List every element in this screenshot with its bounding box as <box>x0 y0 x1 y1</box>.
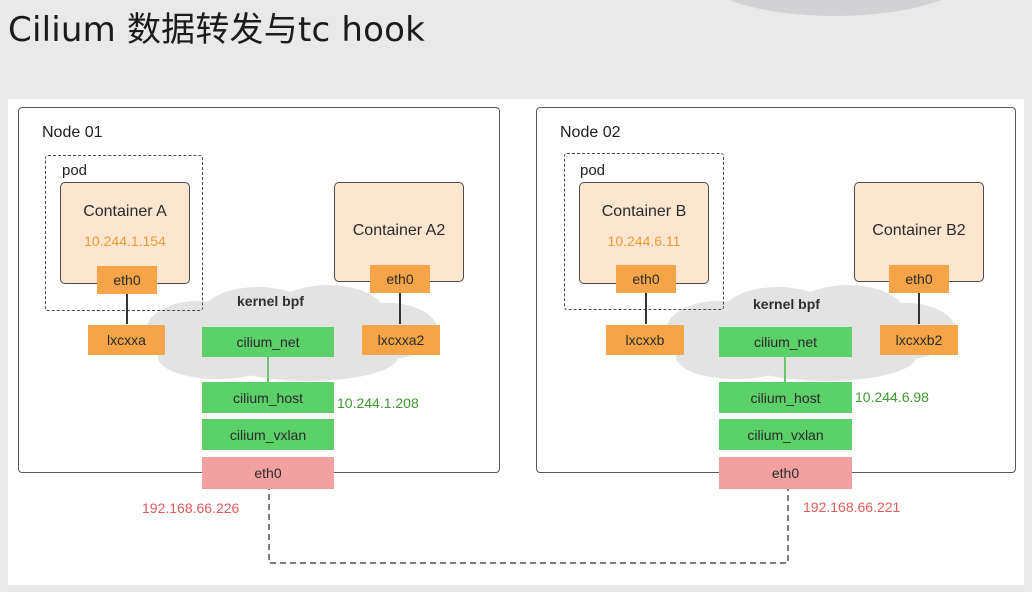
kernel-bpf-label-node02: kernel bpf <box>753 296 820 312</box>
container-a2-eth0[interactable]: eth0 <box>370 265 430 293</box>
decorative-swoosh <box>728 0 942 16</box>
link-b2-eth0-lxcxxb2 <box>918 293 920 324</box>
cilium-host-node01[interactable]: cilium_host <box>202 382 334 413</box>
cilium-host-ip-node01: 10.244.1.208 <box>337 395 419 411</box>
lxcxxa2-iface[interactable]: lxcxxa2 <box>362 325 440 355</box>
container-a2-name: Container A2 <box>352 222 446 239</box>
diagram-canvas: Node 01 Node 02 pod Container A 10.244.1… <box>8 99 1024 585</box>
container-a-name: Container A <box>83 203 167 220</box>
host-ip-node01: 192.168.66.226 <box>142 500 240 516</box>
cilium-host-node02[interactable]: cilium_host <box>719 382 852 413</box>
link-a-eth0-lxcxxa <box>126 294 128 324</box>
cilium-vxlan-node02[interactable]: cilium_vxlan <box>719 419 852 450</box>
link-cilium-net-host-node01 <box>267 357 269 382</box>
lxcxxb2-iface[interactable]: lxcxxb2 <box>880 325 958 355</box>
pod-label-node02: pod <box>580 162 606 179</box>
lxcxxb-iface[interactable]: lxcxxb <box>606 325 684 355</box>
lxcxxa-iface[interactable]: lxcxxa <box>88 325 165 355</box>
underlay-link <box>268 484 789 564</box>
slide-title: Cilium 数据转发与tc hook <box>8 10 426 50</box>
container-b-name: Container B <box>601 203 687 220</box>
cilium-host-ip-node02: 10.244.6.98 <box>855 389 929 405</box>
container-a-ip: 10.244.1.154 <box>84 233 166 249</box>
link-b-eth0-lxcxxb <box>645 293 647 324</box>
cilium-vxlan-node01[interactable]: cilium_vxlan <box>202 419 334 450</box>
host-eth0-node01[interactable]: eth0 <box>202 457 334 489</box>
container-b2-name: Container B2 <box>872 222 966 239</box>
link-a2-eth0-lxcxxa2 <box>399 293 401 324</box>
cilium-net-node02[interactable]: cilium_net <box>719 327 852 357</box>
container-b-ip: 10.244.6.11 <box>607 233 681 249</box>
host-ip-node02: 192.168.66.221 <box>803 499 901 515</box>
link-cilium-net-host-node02 <box>784 357 786 382</box>
container-a-eth0[interactable]: eth0 <box>97 266 157 294</box>
cilium-net-node01[interactable]: cilium_net <box>202 327 334 357</box>
pod-label-node01: pod <box>62 162 88 179</box>
container-b-eth0[interactable]: eth0 <box>616 265 676 293</box>
host-eth0-node02[interactable]: eth0 <box>719 457 852 489</box>
kernel-bpf-label-node01: kernel bpf <box>237 293 304 309</box>
container-b2-eth0[interactable]: eth0 <box>889 265 949 293</box>
